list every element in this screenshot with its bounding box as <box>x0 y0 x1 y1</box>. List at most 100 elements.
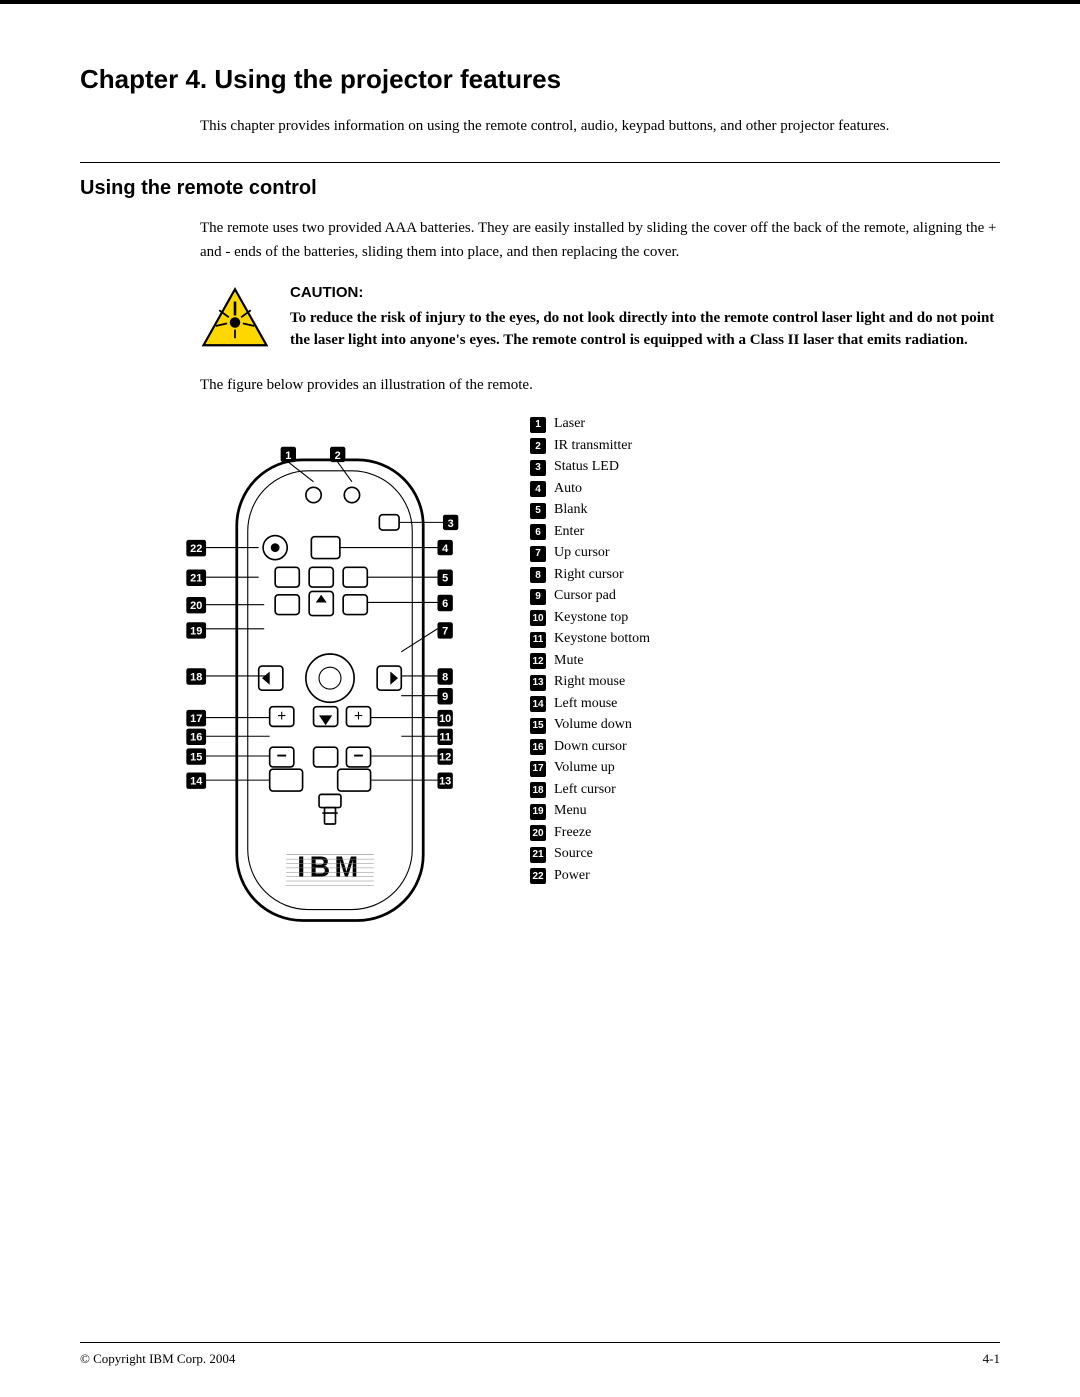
svg-text:13: 13 <box>439 776 451 788</box>
remote-diagram: 1 2 3 22 <box>160 416 500 991</box>
legend-label: Keystone top <box>554 610 628 626</box>
legend-item: 20Freeze <box>530 825 1000 842</box>
legend-label: Volume down <box>554 717 632 733</box>
svg-text:6: 6 <box>442 598 448 610</box>
legend-label: Right mouse <box>554 674 625 690</box>
legend-item: 8 Right cursor <box>530 567 1000 584</box>
section-divider <box>80 162 1000 163</box>
legend-label: Enter <box>554 524 584 540</box>
legend-label: Auto <box>554 481 582 497</box>
svg-text:+: + <box>354 708 363 725</box>
svg-text:11: 11 <box>439 732 451 744</box>
legend-item: 16Down cursor <box>530 739 1000 756</box>
legend-label: Left mouse <box>554 696 617 712</box>
legend-item: 3 Status LED <box>530 459 1000 476</box>
svg-text:8: 8 <box>442 671 448 683</box>
svg-text:22: 22 <box>190 543 202 555</box>
legend-item: 15 Volume down <box>530 717 1000 734</box>
svg-text:17: 17 <box>190 713 202 725</box>
legend-item: 11 Keystone bottom <box>530 631 1000 648</box>
legend-item: 18 Left cursor <box>530 782 1000 799</box>
svg-text:−: − <box>353 745 363 765</box>
legend-label: Menu <box>554 803 587 819</box>
footer-copyright: © Copyright IBM Corp. 2004 <box>80 1351 235 1367</box>
legend-item: 13 Right mouse <box>530 674 1000 691</box>
svg-text:3: 3 <box>448 518 454 530</box>
caution-block: CAUTION: To reduce the risk of injury to… <box>200 284 1000 354</box>
svg-text:20: 20 <box>190 600 202 612</box>
footer-page: 4-1 <box>983 1351 1000 1367</box>
caution-body: To reduce the risk of injury to the eyes… <box>290 307 1000 352</box>
legend-num: 20 <box>530 825 546 841</box>
legend-item: 9 Cursor pad <box>530 588 1000 605</box>
caution-icon <box>200 284 270 354</box>
legend-label: Source <box>554 846 593 862</box>
legend-num: 10 <box>530 610 546 626</box>
svg-text:2: 2 <box>335 450 341 462</box>
legend-label: Power <box>554 868 590 884</box>
legend-num: 14 <box>530 696 546 712</box>
svg-text:1: 1 <box>285 450 291 462</box>
legend-label: IR transmitter <box>554 438 632 454</box>
caution-label: CAUTION: <box>290 284 1000 301</box>
svg-text:9: 9 <box>442 691 448 703</box>
legend-label: Mute <box>554 653 584 669</box>
legend-num: 6 <box>530 524 546 540</box>
legend-item: 6 Enter <box>530 524 1000 541</box>
svg-text:19: 19 <box>190 625 202 637</box>
chapter-title: Chapter 4. Using the projector features <box>80 64 1000 95</box>
legend-item: 19 Menu <box>530 803 1000 820</box>
legend-num: 3 <box>530 460 546 476</box>
legend-num: 17 <box>530 761 546 777</box>
legend-item: 10 Keystone top <box>530 610 1000 627</box>
legend-num: 9 <box>530 589 546 605</box>
figure-caption: The figure below provides an illustratio… <box>200 374 1000 397</box>
legend-label: Keystone bottom <box>554 631 650 647</box>
legend-num: 22 <box>530 868 546 884</box>
legend-num: 19 <box>530 804 546 820</box>
svg-text:18: 18 <box>190 671 202 683</box>
caution-text-block: CAUTION: To reduce the risk of injury to… <box>290 284 1000 352</box>
svg-text:10: 10 <box>439 713 451 725</box>
legend-num: 2 <box>530 438 546 454</box>
legend-item: 7 Up cursor <box>530 545 1000 562</box>
legend-item: 5Blank <box>530 502 1000 519</box>
legend-item: 2 IR transmitter <box>530 438 1000 455</box>
legend-label: Cursor pad <box>554 588 616 604</box>
legend-label: Volume up <box>554 760 615 776</box>
legend-label: Blank <box>554 502 587 518</box>
legend-area: 1 Laser 2 IR transmitter 3 Status LED 4Auto 5Bl… <box>530 416 1000 889</box>
legend-num: 12 <box>530 653 546 669</box>
legend-num: 1 <box>530 417 546 433</box>
legend-num: 7 <box>530 546 546 562</box>
figure-area: 1 2 3 22 <box>160 416 1000 991</box>
legend-num: 8 <box>530 567 546 583</box>
remote-svg: 1 2 3 22 <box>160 416 500 986</box>
legend-item: 14 Left mouse <box>530 696 1000 713</box>
legend-num: 11 <box>530 632 546 648</box>
svg-text:14: 14 <box>190 776 203 788</box>
svg-text:+: + <box>277 708 286 725</box>
legend-label: Left cursor <box>554 782 616 798</box>
legend-label: Up cursor <box>554 545 610 561</box>
legend-item: 22 Power <box>530 868 1000 885</box>
svg-text:12: 12 <box>439 751 451 763</box>
legend-label: Laser <box>554 416 585 432</box>
legend-num: 13 <box>530 675 546 691</box>
legend-item: 4Auto <box>530 481 1000 498</box>
page-footer: © Copyright IBM Corp. 2004 4-1 <box>80 1342 1000 1367</box>
legend-label: Status LED <box>554 459 619 475</box>
legend-item: 1 Laser <box>530 416 1000 433</box>
svg-text:21: 21 <box>190 573 202 585</box>
legend-label: Right cursor <box>554 567 624 583</box>
svg-text:4: 4 <box>442 543 449 555</box>
legend-num: 16 <box>530 739 546 755</box>
legend-num: 18 <box>530 782 546 798</box>
svg-text:16: 16 <box>190 732 202 744</box>
legend-num: 15 <box>530 718 546 734</box>
section-body: The remote uses two provided AAA batteri… <box>200 216 1000 264</box>
svg-text:7: 7 <box>442 625 448 637</box>
svg-text:15: 15 <box>190 751 202 763</box>
section-title: Using the remote control <box>80 177 1000 200</box>
svg-text:5: 5 <box>442 573 448 585</box>
